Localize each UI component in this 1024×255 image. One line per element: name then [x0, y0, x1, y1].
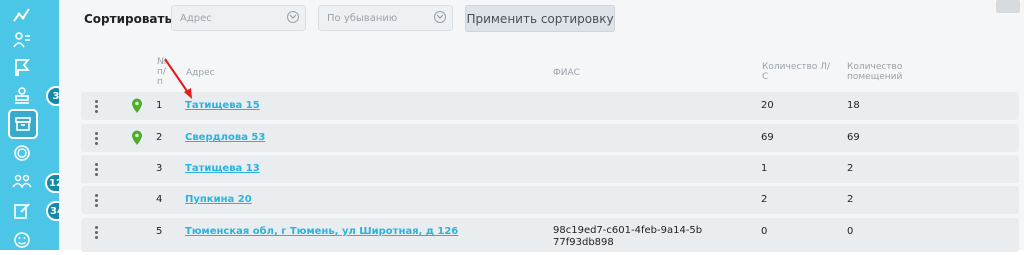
- header-rooms: Количество помещений: [847, 62, 902, 82]
- order-sort-select[interactable]: По убыванию: [318, 5, 453, 31]
- row-address-link[interactable]: Свердлова 53: [185, 132, 265, 144]
- map-pin-icon: [132, 98, 142, 113]
- row-num: 2: [156, 132, 163, 143]
- table-row[interactable]: 2 Свердлова 53 69 69: [81, 124, 1019, 152]
- flag-icon: [15, 59, 30, 76]
- map-pin-icon: [132, 130, 142, 145]
- sort-label: Сортировать: [84, 12, 173, 26]
- header-fias: ФИАС: [553, 68, 580, 78]
- nav-item-flags[interactable]: [7, 52, 37, 82]
- nav-item-payments[interactable]: [7, 138, 37, 168]
- smiley-icon: [14, 232, 30, 248]
- row-address-link[interactable]: Тюменская обл, г Тюмень, ул Широтная, д …: [185, 226, 458, 238]
- nav-item-feedback[interactable]: [7, 225, 37, 255]
- users-list-icon: [13, 32, 30, 48]
- row-accounts: 69: [761, 132, 774, 143]
- nav-item-groups[interactable]: [7, 166, 37, 196]
- table-row[interactable]: 3 Татищева 13 1 2: [81, 155, 1019, 183]
- row-rooms: 0: [847, 226, 854, 237]
- row-rooms: 18: [847, 100, 860, 111]
- row-fias: 98c19ed7-c601-4feb-9a14-5b77f93db898: [553, 225, 703, 248]
- annotation-arrow-icon: [164, 58, 192, 99]
- row-accounts: 0: [761, 226, 768, 237]
- header-rooms-line: помещений: [847, 72, 903, 82]
- main-content: Сортировать Адрес По убыванию Применить …: [59, 0, 1024, 252]
- nav-item-houses[interactable]: [8, 109, 38, 139]
- row-address-link[interactable]: Татищева 13: [185, 163, 260, 175]
- apply-sort-button[interactable]: Применить сортировку: [465, 5, 615, 32]
- edit-icon: [14, 203, 30, 219]
- row-menu-icon[interactable]: [94, 194, 98, 207]
- row-rooms: 2: [847, 163, 854, 174]
- chevron-down-icon: [287, 11, 299, 23]
- address-sort-select[interactable]: Адрес: [171, 5, 306, 31]
- archive-icon: [15, 117, 31, 131]
- group-icon: [12, 174, 32, 189]
- row-menu-icon[interactable]: [94, 163, 98, 176]
- row-menu-icon[interactable]: [94, 100, 98, 113]
- order-select-value: По убыванию: [327, 13, 398, 24]
- table-row[interactable]: 5 Тюменская обл, г Тюмень, ул Широтная, …: [81, 218, 1019, 252]
- header-accounts-line: С: [762, 72, 769, 82]
- row-num: 4: [156, 194, 163, 205]
- nav-item-residents[interactable]: [7, 25, 37, 55]
- sidebar: 3 129 34: [0, 0, 74, 250]
- header-rooms-line: Количество: [847, 62, 903, 72]
- row-accounts: 1: [761, 163, 768, 174]
- address-select-placeholder: Адрес: [180, 13, 212, 24]
- row-menu-icon[interactable]: [94, 226, 98, 239]
- row-num: 5: [156, 226, 163, 237]
- row-address-link[interactable]: Пупкина 20: [185, 194, 252, 206]
- header-accounts: Количество Л/ С: [762, 62, 830, 82]
- row-num: 3: [156, 163, 163, 174]
- chevron-down-icon: [434, 11, 446, 23]
- row-rooms: 2: [847, 194, 854, 205]
- table-row[interactable]: 1 Татищева 15 20 18: [81, 92, 1019, 120]
- header-accounts-line: Количество Л/: [762, 62, 831, 72]
- row-address-link[interactable]: Татищева 15: [185, 100, 260, 112]
- stamp-icon: [15, 87, 29, 104]
- chart-icon: [13, 8, 30, 22]
- row-accounts: 2: [761, 194, 768, 205]
- row-rooms: 69: [847, 132, 860, 143]
- coin-icon: [14, 145, 30, 161]
- table-row[interactable]: 4 Пупкина 20 2 2: [81, 186, 1019, 214]
- row-num: 1: [156, 100, 163, 111]
- scrollbar-thumb[interactable]: [996, 0, 1020, 13]
- row-menu-icon[interactable]: [94, 132, 98, 145]
- row-accounts: 20: [761, 100, 774, 111]
- nav-item-requests[interactable]: [7, 81, 37, 111]
- nav-item-documents[interactable]: [7, 196, 37, 226]
